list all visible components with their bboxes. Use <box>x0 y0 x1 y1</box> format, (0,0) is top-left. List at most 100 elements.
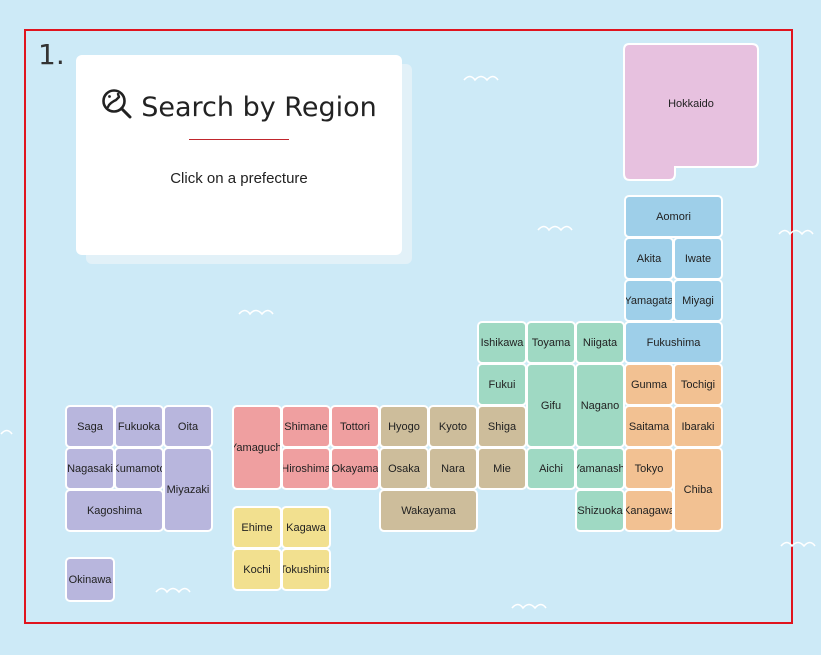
pref-mie[interactable]: Mie <box>477 447 527 490</box>
pref-shimane[interactable]: Shimane <box>281 405 331 448</box>
pref-kyoto[interactable]: Kyoto <box>428 405 478 448</box>
pref-label: Chiba <box>683 483 713 496</box>
pref-label: Iwate <box>684 252 712 265</box>
pref-aomori[interactable]: Aomori <box>624 195 723 238</box>
wave-decoration <box>0 426 36 436</box>
pref-saga[interactable]: Saga <box>65 405 115 448</box>
pref-label: Kumamoto <box>114 462 164 475</box>
pref-yamagata[interactable]: Yamagata <box>624 279 674 322</box>
pref-label: Wakayama <box>401 504 456 517</box>
pref-label: Aomori <box>656 210 691 223</box>
pref-tochigi[interactable]: Tochigi <box>673 363 723 406</box>
pref-saitama[interactable]: Saitama <box>624 405 674 448</box>
pref-akita[interactable]: Akita <box>624 237 674 280</box>
pref-label: Hiroshima <box>281 462 331 475</box>
pref-fukushima[interactable]: Fukushima <box>624 321 723 364</box>
pref-label: Tottori <box>340 420 370 433</box>
pref-label: Ishikawa <box>480 336 524 349</box>
pref-tokushima[interactable]: Tokushima <box>281 548 331 591</box>
pref-ishikawa[interactable]: Ishikawa <box>477 321 527 364</box>
pref-yamaguchi[interactable]: Yamaguchi <box>232 405 282 490</box>
pref-label: Hyogo <box>388 420 420 433</box>
pref-kanagawa[interactable]: Kanagawa <box>624 489 674 532</box>
pref-nara[interactable]: Nara <box>428 447 478 490</box>
wave-decoration <box>511 600 547 610</box>
hokkaido-shape <box>623 43 759 181</box>
pref-label: Gunma <box>630 378 668 391</box>
pref-hokkaido[interactable]: Hokkaido <box>623 43 759 181</box>
pref-label: Kagawa <box>286 521 326 534</box>
pref-label: Yamagata <box>624 294 674 307</box>
pref-shiga[interactable]: Shiga <box>477 405 527 448</box>
pref-label: Kanagawa <box>624 504 674 517</box>
pref-label: Ibaraki <box>681 420 715 433</box>
pref-label: Tochigi <box>680 378 716 391</box>
pref-label: Okinawa <box>68 573 112 586</box>
pref-label: Yamanashi <box>575 462 625 475</box>
pref-aichi[interactable]: Aichi <box>526 447 576 490</box>
pref-label: Kyoto <box>438 420 468 433</box>
pref-label: Niigata <box>582 336 618 349</box>
pref-tottori[interactable]: Tottori <box>330 405 380 448</box>
search-by-region-card: Search by Region Click on a prefecture <box>76 55 402 255</box>
pref-label: Toyama <box>531 336 571 349</box>
pref-okayama[interactable]: Okayama <box>330 447 380 490</box>
pref-kagoshima[interactable]: Kagoshima <box>65 489 164 532</box>
pref-toyama[interactable]: Toyama <box>526 321 576 364</box>
card-title: Search by Region <box>141 92 377 123</box>
pref-osaka[interactable]: Osaka <box>379 447 429 490</box>
pref-gifu[interactable]: Gifu <box>526 363 576 448</box>
pref-fukui[interactable]: Fukui <box>477 363 527 406</box>
pref-chiba[interactable]: Chiba <box>673 447 723 532</box>
pref-label: Saitama <box>628 420 670 433</box>
pref-shizuoka[interactable]: Shizuoka <box>575 489 625 532</box>
pref-label: Nara <box>441 462 465 475</box>
pref-label: Ehime <box>241 521 273 534</box>
pref-label: Miyagi <box>682 294 714 307</box>
pref-ehime[interactable]: Ehime <box>232 506 282 549</box>
pref-oita[interactable]: Oita <box>163 405 213 448</box>
pref-label: Miyazaki <box>166 483 210 496</box>
pref-fukuoka[interactable]: Fukuoka <box>114 405 164 448</box>
pref-gunma[interactable]: Gunma <box>624 363 674 406</box>
pref-nagasaki[interactable]: Nagasaki <box>65 447 115 490</box>
pref-kagawa[interactable]: Kagawa <box>281 506 331 549</box>
wave-decoration <box>778 226 814 236</box>
pref-yamanashi[interactable]: Yamanashi <box>575 447 625 490</box>
card-title-row: Search by Region <box>76 88 402 127</box>
pref-label: Fukui <box>488 378 516 391</box>
step-number: 1. <box>38 38 65 71</box>
pref-label: Akita <box>636 252 662 265</box>
pref-miyagi[interactable]: Miyagi <box>673 279 723 322</box>
wave-decoration <box>780 538 816 548</box>
pref-label: Tokushima <box>281 563 331 576</box>
pref-kumamoto[interactable]: Kumamoto <box>114 447 164 490</box>
pref-hyogo[interactable]: Hyogo <box>379 405 429 448</box>
pref-label: Nagasaki <box>67 462 113 475</box>
wave-decoration <box>537 222 573 232</box>
wave-decoration <box>463 72 499 82</box>
card-divider <box>189 139 289 140</box>
pref-hiroshima[interactable]: Hiroshima <box>281 447 331 490</box>
pref-wakayama[interactable]: Wakayama <box>379 489 478 532</box>
pref-okinawa[interactable]: Okinawa <box>65 557 115 602</box>
pref-label: Gifu <box>540 399 562 412</box>
pref-label: Hokkaido <box>668 98 714 110</box>
pref-tokyo[interactable]: Tokyo <box>624 447 674 490</box>
pref-iwate[interactable]: Iwate <box>673 237 723 280</box>
wave-decoration <box>238 306 274 316</box>
pref-nagano[interactable]: Nagano <box>575 363 625 448</box>
pref-niigata[interactable]: Niigata <box>575 321 625 364</box>
pref-label: Aichi <box>539 462 563 475</box>
pref-label: Nagano <box>580 399 620 412</box>
card-subtitle: Click on a prefecture <box>170 170 308 187</box>
pref-label: Tokyo <box>634 462 664 475</box>
pref-kochi[interactable]: Kochi <box>232 548 282 591</box>
pref-label: Fukushima <box>646 336 701 349</box>
pref-ibaraki[interactable]: Ibaraki <box>673 405 723 448</box>
pref-label: Shizuoka <box>577 504 623 517</box>
pref-label: Fukuoka <box>117 420 161 433</box>
pref-label: Oita <box>177 420 199 433</box>
pref-label: Kagoshima <box>86 504 143 517</box>
pref-miyazaki[interactable]: Miyazaki <box>163 447 213 532</box>
